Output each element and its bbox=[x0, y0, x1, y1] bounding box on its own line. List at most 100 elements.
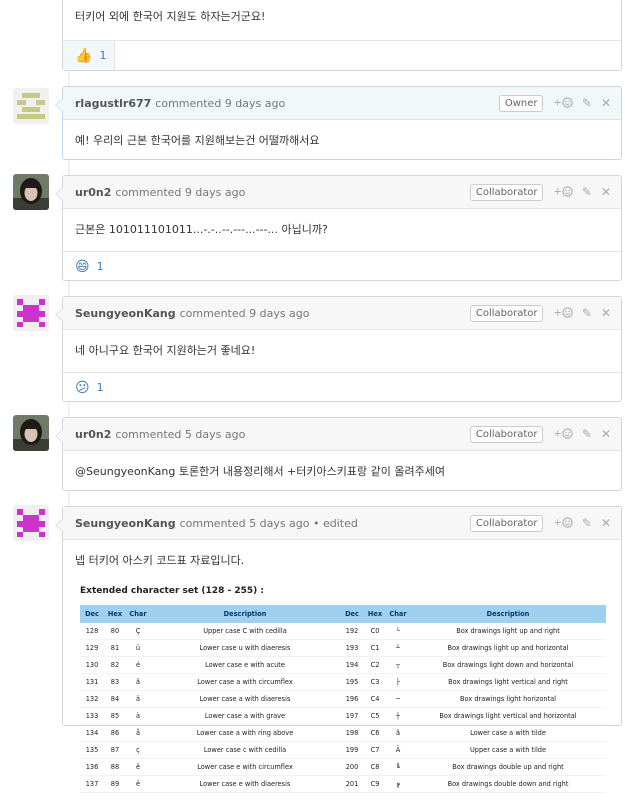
table-cell: 88 bbox=[104, 758, 126, 776]
table-cell: C5 bbox=[364, 707, 386, 725]
reaction-confused[interactable]: 😕 1 bbox=[75, 373, 112, 402]
avatar[interactable] bbox=[13, 505, 49, 541]
table-cell: Box drawings light up and right bbox=[410, 623, 606, 640]
table-cell: C6 bbox=[364, 724, 386, 742]
table-cell: 196 bbox=[340, 690, 364, 708]
table-cell: 82 bbox=[104, 656, 126, 674]
comment-body: 네 아니구요 한국어 지원하는거 좋네요! bbox=[75, 344, 256, 357]
add-reaction-button[interactable]: + bbox=[553, 428, 573, 440]
comment-header: SeungyeonKang commented 9 days ago Colla… bbox=[63, 297, 621, 330]
comment-body: @SeungyeonKang 토론한거 내용정리해서 +터키아스키표랑 같이 올… bbox=[75, 465, 445, 478]
table-cell: Box drawings light up and horizontal bbox=[410, 639, 606, 657]
delete-button[interactable]: ✕ bbox=[601, 427, 611, 441]
avatar[interactable] bbox=[13, 295, 49, 331]
table-row: 136 88 ê Lower case e with circumflex 200 C8 ╚… bbox=[80, 758, 606, 776]
table-cell: Box drawings light vertical and horizont… bbox=[410, 707, 606, 725]
comment-meta[interactable]: commented 9 days ago bbox=[155, 97, 285, 110]
role-badge: Collaborator bbox=[469, 183, 544, 201]
table-row: 132 84 ä Lower case a with diaeresis 196 C4 ─ B… bbox=[80, 690, 606, 708]
comment-author[interactable]: rlagustlr677 bbox=[75, 97, 151, 110]
add-reaction-button[interactable]: + bbox=[553, 517, 573, 529]
table-cell: Box drawings light horizontal bbox=[410, 690, 606, 708]
avatar[interactable] bbox=[13, 174, 49, 210]
avatar[interactable] bbox=[13, 88, 49, 124]
table-cell: ╔ bbox=[386, 775, 410, 793]
delete-button[interactable]: ✕ bbox=[601, 306, 611, 320]
identicon-avatar-icon bbox=[13, 505, 49, 541]
comment-meta[interactable]: commented 9 days ago bbox=[180, 307, 310, 320]
confused-icon: 😕 bbox=[75, 379, 90, 396]
table-cell: C0 bbox=[364, 623, 386, 640]
comment-body: 예! 우리의 근본 한국어를 지원해보는건 어떨까해서요 bbox=[75, 134, 320, 147]
comment-meta[interactable]: commented 5 days ago • edited bbox=[180, 517, 358, 530]
table-cell: ã bbox=[386, 724, 410, 742]
delete-button[interactable]: ✕ bbox=[601, 516, 611, 530]
edit-button[interactable]: ✎ bbox=[582, 427, 592, 441]
pencil-icon: ✎ bbox=[581, 516, 592, 530]
table-cell: 86 bbox=[104, 724, 126, 742]
table-cell: Lower case u with diaeresis bbox=[150, 639, 340, 657]
table-cell: 87 bbox=[104, 741, 126, 759]
edit-button[interactable]: ✎ bbox=[582, 306, 592, 320]
column-header: Hex bbox=[104, 605, 126, 623]
ascii-table-image[interactable]: Extended character set (128 - 255) : Dec… bbox=[75, 583, 609, 793]
table-cell: C2 bbox=[364, 656, 386, 674]
add-reaction-button[interactable]: + bbox=[553, 97, 573, 109]
table-row: 133 85 à Lower case a with grave 197 C5 ┼ Box d… bbox=[80, 707, 606, 725]
table-cell: 194 bbox=[340, 656, 364, 674]
delete-button[interactable]: ✕ bbox=[601, 185, 611, 199]
pencil-icon: ✎ bbox=[581, 185, 592, 199]
column-header: Description bbox=[150, 605, 340, 623]
reaction-count: 1 bbox=[96, 381, 104, 394]
comment-author[interactable]: SeungyeonKang bbox=[75, 517, 176, 530]
reactions-bar: 😕 1 bbox=[63, 372, 621, 402]
delete-button[interactable]: ✕ bbox=[601, 96, 611, 110]
role-badge: Owner bbox=[498, 94, 544, 112]
role-badge: Collaborator bbox=[469, 514, 544, 532]
comment-body: 근본은 101011101011...-.-..--.---...---... … bbox=[75, 223, 328, 236]
table-cell: â bbox=[126, 673, 150, 691]
smile-icon: 😄 bbox=[75, 258, 90, 275]
comment-meta[interactable]: commented 5 days ago bbox=[115, 428, 245, 441]
table-cell: 133 bbox=[80, 707, 104, 725]
table-title: Extended character set (128 - 255) : bbox=[80, 586, 264, 596]
close-icon: ✕ bbox=[600, 306, 611, 320]
user-photo-avatar-icon bbox=[13, 174, 49, 210]
column-header: Hex bbox=[364, 605, 386, 623]
table-cell: Upper case C with cedilla bbox=[150, 623, 340, 640]
table-cell: Lower case a with tilde bbox=[410, 724, 606, 742]
table-cell: ┴ bbox=[386, 639, 410, 657]
reaction-smile[interactable]: 😄 1 bbox=[75, 252, 112, 281]
reaction-count: 1 bbox=[99, 49, 107, 62]
comment-author[interactable]: ur0n2 bbox=[75, 186, 111, 199]
table-cell: 84 bbox=[104, 690, 126, 708]
table-cell: Box drawings light vertical and right bbox=[410, 673, 606, 691]
table-cell: C4 bbox=[364, 690, 386, 708]
plus-smiley-icon: + bbox=[553, 517, 573, 529]
table-cell: 193 bbox=[340, 639, 364, 657]
thumbs-up-icon: 👍 bbox=[75, 47, 93, 64]
table-cell: C7 bbox=[364, 741, 386, 759]
table-cell: C9 bbox=[364, 775, 386, 793]
comment-meta[interactable]: commented 9 days ago bbox=[115, 186, 245, 199]
table-cell: 134 bbox=[80, 724, 104, 742]
table-cell: 129 bbox=[80, 639, 104, 657]
table-row: 135 87 ç Lower case c with cedilla 199 C7 Ã Upp… bbox=[80, 741, 606, 759]
table-body: 128 80 Ç Upper case C with cedilla 192 C0 └ Box… bbox=[80, 623, 606, 793]
table-cell: 128 bbox=[80, 623, 104, 640]
comment-author[interactable]: ur0n2 bbox=[75, 428, 111, 441]
edit-button[interactable]: ✎ bbox=[582, 185, 592, 199]
reaction-thumbsup[interactable]: 👍 1 bbox=[63, 41, 116, 70]
add-reaction-button[interactable]: + bbox=[553, 186, 573, 198]
comment-author[interactable]: SeungyeonKang bbox=[75, 307, 176, 320]
edit-button[interactable]: ✎ bbox=[582, 96, 592, 110]
comment-actions: + ✎ ✕ bbox=[553, 96, 611, 110]
table-cell: 135 bbox=[80, 741, 104, 759]
column-header: Description bbox=[410, 605, 606, 623]
add-reaction-button[interactable]: + bbox=[553, 307, 573, 319]
avatar[interactable] bbox=[13, 415, 49, 451]
edit-button[interactable]: ✎ bbox=[582, 516, 592, 530]
table-cell: C1 bbox=[364, 639, 386, 657]
comment-body: 터키어 외에 한국어 지원도 하자는거군요! bbox=[75, 10, 266, 23]
table-cell: ┬ bbox=[386, 656, 410, 674]
